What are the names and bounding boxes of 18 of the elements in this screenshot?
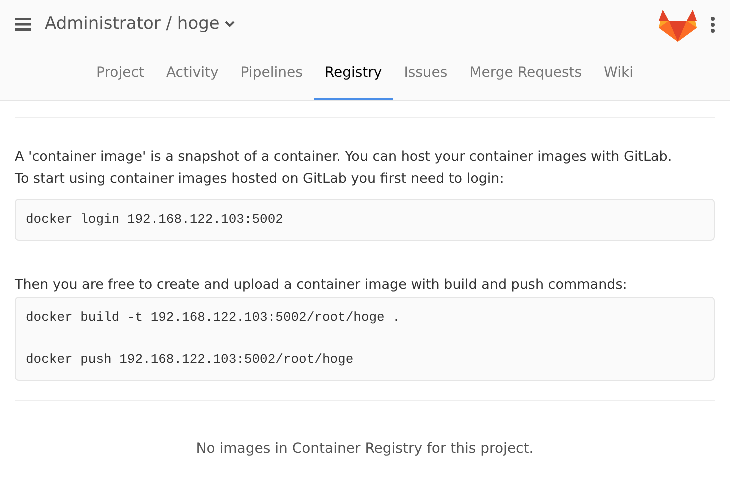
chevron-down-icon[interactable]: [224, 21, 235, 28]
nav-tab[interactable]: Activity: [155, 50, 230, 100]
more-vertical-icon[interactable]: [711, 16, 715, 33]
instruction-text: Then you are free to create and upload a container image with build and push commands:: [15, 276, 628, 295]
nav-tab[interactable]: Issues: [393, 50, 459, 100]
code-block: docker build -t 192.168.122.103:5002/root/hoge . docker push 192.168.122.103:5002/root/hoge: [15, 297, 715, 381]
nav-tab[interactable]: Pipelines: [230, 50, 314, 100]
empty-state-message: No images in Container Registry for this project.: [195, 440, 535, 459]
nav-tab[interactable]: Merge Requests: [458, 50, 594, 100]
menu-icon[interactable]: [15, 18, 31, 32]
code-block: docker login 192.168.122.103:5002: [15, 199, 715, 241]
intro-text: To start using container images hosted on GitLab you first need to login:: [15, 170, 506, 189]
intro-text: A 'container image' is a snapshot of a container. You can host your container images with GitLab.: [15, 148, 674, 167]
fox-logo-icon[interactable]: [659, 8, 697, 42]
nav-tab[interactable]: Registry: [314, 50, 394, 100]
nav-tab[interactable]: Project: [86, 50, 156, 100]
nav-tab[interactable]: Wiki: [593, 50, 644, 100]
project-breadcrumb[interactable]: Administrator / hoge: [45, 12, 220, 38]
